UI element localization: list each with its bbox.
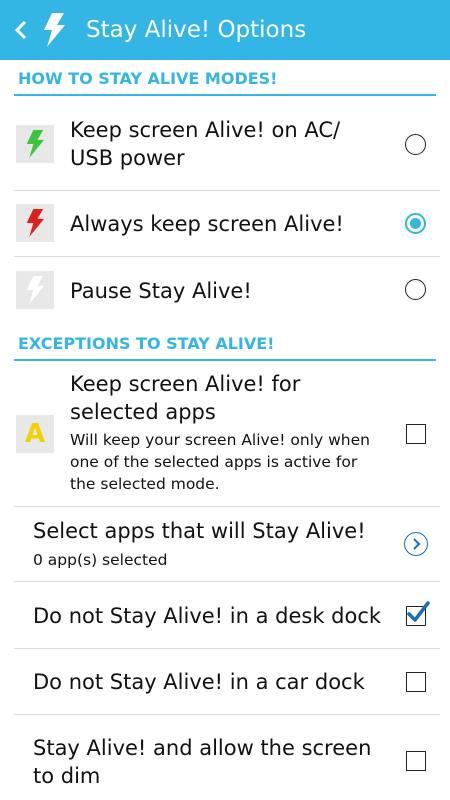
mode-always-row[interactable]: Always keep screen Alive! (14, 191, 440, 257)
mode-ac-usb-row[interactable]: Keep screen Alive! on AC/ USB power (14, 98, 440, 191)
desk-dock-checkbox[interactable] (406, 601, 430, 626)
white-bolt-icon (16, 271, 54, 309)
allow-dim-checkbox[interactable] (406, 751, 426, 771)
section-header-exceptions: EXCEPTIONS TO STAY ALIVE! (14, 327, 436, 361)
letter-a-icon: A (16, 415, 54, 453)
back-chevron-icon (14, 20, 27, 40)
page-title: Stay Alive! Options (86, 17, 307, 43)
section-header-modes: HOW TO STAY ALIVE MODES! (14, 62, 436, 96)
desk-dock-row[interactable]: Do not Stay Alive! in a desk dock (14, 582, 440, 649)
car-dock-checkbox[interactable] (406, 672, 426, 692)
mode-always-radio[interactable] (405, 213, 426, 234)
green-bolt-icon (16, 125, 54, 163)
red-bolt-icon (16, 204, 54, 242)
select-apps-title: Select apps that will Stay Alive! (33, 519, 366, 543)
back-button[interactable] (0, 0, 38, 60)
mode-always-label: Always keep screen Alive! (70, 212, 344, 236)
selected-apps-checkbox[interactable] (406, 424, 426, 444)
action-bar: Stay Alive! Options (0, 0, 450, 60)
checkmark-icon (407, 601, 430, 622)
mode-pause-row[interactable]: Pause Stay Alive! (14, 257, 440, 324)
allow-dim-title: Stay Alive! and allow the screen to dim (33, 736, 372, 788)
selected-apps-row[interactable]: A Keep screen Alive! for selected apps W… (14, 363, 440, 507)
selected-apps-summary: Will keep your screen Alive! only when o… (70, 431, 370, 493)
mode-pause-label: Pause Stay Alive! (70, 279, 252, 303)
app-logo-icon[interactable] (38, 0, 70, 60)
selected-apps-title: Keep screen Alive! for selected apps (70, 372, 301, 424)
mode-ac-usb-radio[interactable] (405, 134, 426, 155)
car-dock-row[interactable]: Do not Stay Alive! in a car dock (14, 649, 440, 715)
allow-dim-row[interactable]: Stay Alive! and allow the screen to dim (14, 715, 440, 800)
chevron-right-icon[interactable] (404, 532, 428, 556)
mode-pause-radio[interactable] (405, 279, 426, 300)
select-apps-row[interactable]: Select apps that will Stay Alive! 0 app(… (14, 507, 440, 582)
lightning-bolt-icon (44, 13, 65, 47)
car-dock-title: Do not Stay Alive! in a car dock (33, 670, 365, 694)
select-apps-summary: 0 app(s) selected (33, 551, 168, 569)
desk-dock-title: Do not Stay Alive! in a desk dock (33, 604, 382, 628)
mode-ac-usb-label: Keep screen Alive! on AC/ USB power (70, 118, 341, 170)
